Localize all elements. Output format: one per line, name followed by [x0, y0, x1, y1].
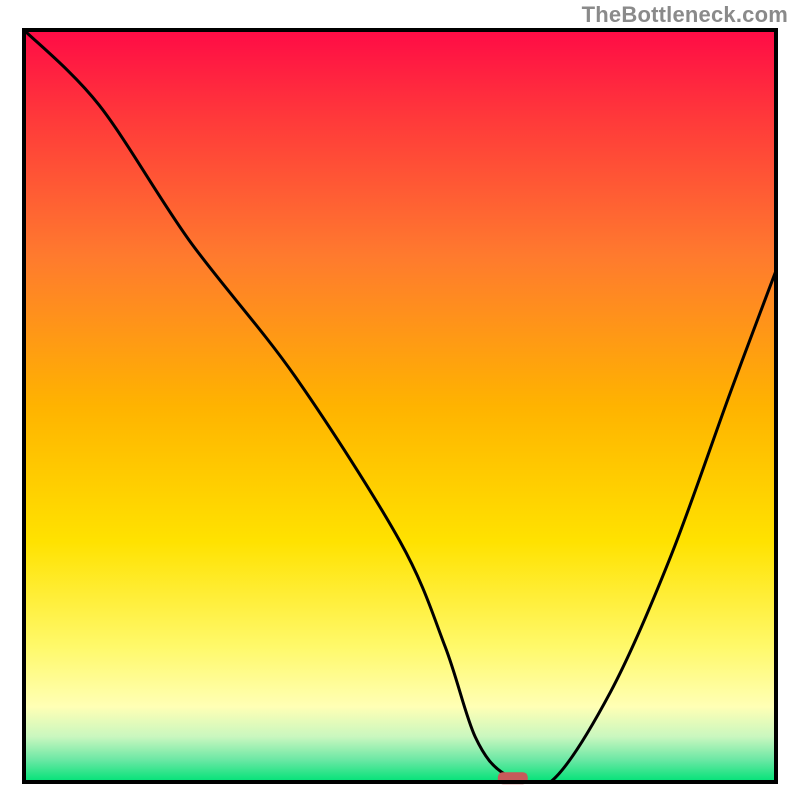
plot-background: [24, 30, 776, 782]
bottleneck-chart: [0, 0, 800, 800]
